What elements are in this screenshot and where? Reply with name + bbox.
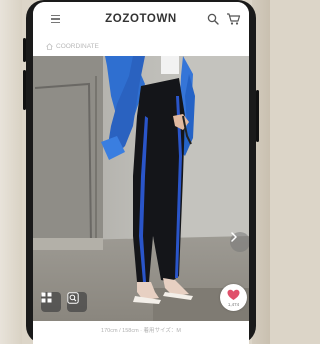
phone-power-button [256,90,259,142]
app-header: ZOZOTOWN [33,2,249,38]
search-icon[interactable] [207,13,219,25]
zozotown-logo[interactable]: ZOZOTOWN [91,13,191,25]
breadcrumb: COORDINATE [33,38,249,56]
chevron-right-icon [231,232,237,242]
breadcrumb-label[interactable]: COORDINATE [56,43,99,50]
cart-icon[interactable] [226,12,241,26]
coordinate-photo[interactable]: 1,474 [33,56,249,321]
zoom-search-icon [67,292,79,304]
phone-volume-up-button [23,38,26,62]
grid-icon [41,292,52,303]
home-icon[interactable] [46,43,53,50]
phone-screen: ZOZOTOWN COORDINATE 1,474 170cm / 158cm … [33,2,249,344]
heart-icon [227,289,240,300]
phone-volume-down-button [23,70,26,110]
zoom-button[interactable] [67,292,87,312]
hamburger-menu-icon[interactable] [51,15,60,23]
coordinate-photo-image [33,56,249,321]
background-left [0,0,22,344]
thumbnail-grid-button[interactable] [41,292,61,312]
model-size-caption: 170cm / 158cm · 着用サイズ：M [101,328,181,334]
next-photo-button[interactable] [230,232,249,252]
like-button[interactable]: 1,474 [220,284,247,311]
like-count: 1,474 [227,302,240,307]
